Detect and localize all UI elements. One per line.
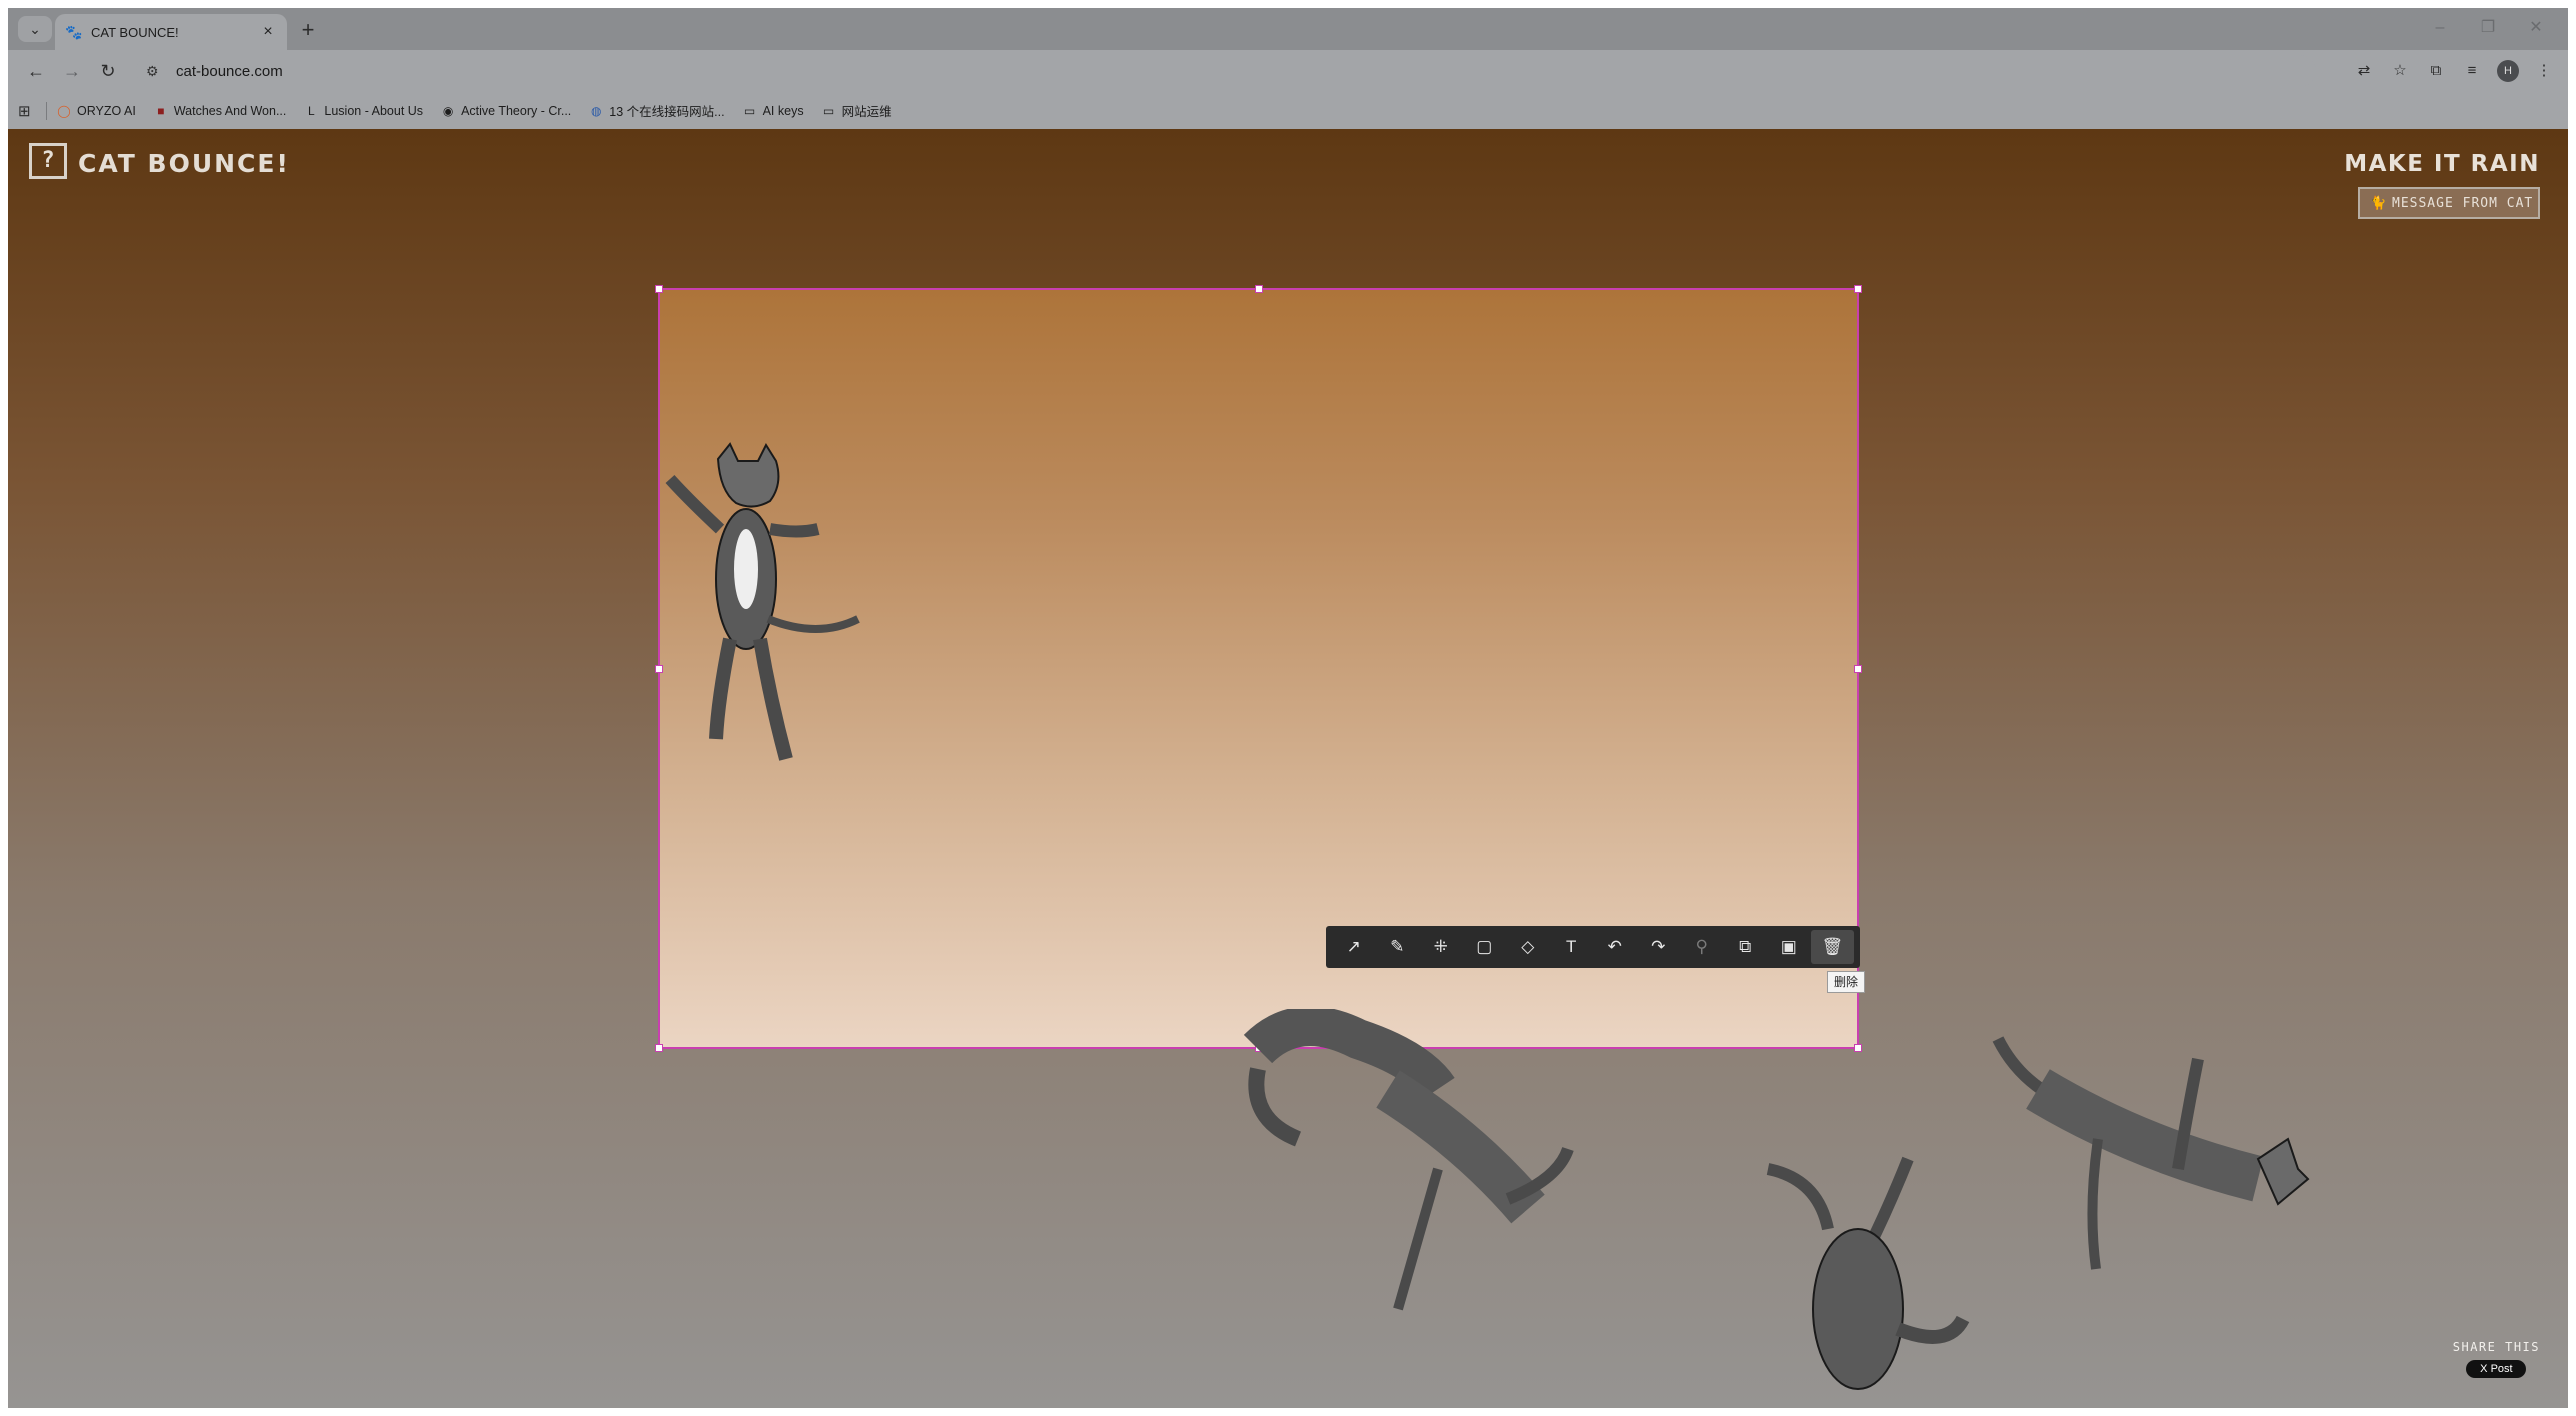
extensions-icon[interactable]: ⧉	[2422, 57, 2450, 85]
bookmark-item[interactable]: ◯ ORYZO AI	[57, 104, 136, 118]
bookmark-item[interactable]: ▭ AI keys	[743, 104, 804, 118]
share-label: SHARE THIS	[2452, 1340, 2540, 1354]
back-icon[interactable]: ←	[22, 57, 50, 85]
rectangle-icon[interactable]: ▢	[1463, 930, 1507, 964]
window-left-edge	[0, 0, 8, 1416]
resize-handle[interactable]	[655, 285, 663, 293]
close-window-icon[interactable]: ✕	[2512, 14, 2560, 42]
bookmark-item[interactable]: ■ Watches And Won...	[154, 103, 287, 118]
redo-icon[interactable]: ↷	[1637, 930, 1681, 964]
close-icon[interactable]: ×	[259, 23, 277, 41]
bouncing-cat[interactable]	[658, 439, 868, 789]
folder-icon: ▭	[743, 103, 756, 118]
copy-icon[interactable]: ⧉	[1724, 930, 1768, 964]
undo-icon[interactable]: ↶	[1593, 930, 1637, 964]
bookmark-favicon: L	[308, 103, 315, 118]
minimize-icon[interactable]: –	[2416, 14, 2464, 42]
url-text: cat-bounce.com	[176, 62, 283, 80]
browser-toolbar: ← → ↻ ⚙ cat-bounce.com ⇄ ☆ ⧉ ≡ H ⋮	[8, 50, 2568, 92]
profile-avatar[interactable]: H	[2497, 60, 2519, 82]
site-info-icon[interactable]: ⚙	[146, 63, 166, 80]
address-bar[interactable]: ⚙ cat-bounce.com	[136, 55, 2316, 87]
reload-icon[interactable]: ↻	[94, 57, 122, 85]
arrow-icon[interactable]: ↗	[1332, 930, 1376, 964]
media-icon[interactable]: ≡	[2458, 57, 2486, 85]
resize-handle[interactable]	[1854, 665, 1862, 673]
forward-icon[interactable]: →	[58, 57, 86, 85]
bookmarks-bar: ⊞ ◯ ORYZO AI ■ Watches And Won... L Lusion …	[8, 92, 2568, 129]
bookmark-label: Watches And Won...	[173, 103, 287, 118]
make-it-rain-button[interactable]: MAKE IT RAIN	[2344, 151, 2540, 177]
pin-icon[interactable]: ⚲	[1680, 930, 1724, 964]
resize-handle[interactable]	[1854, 1044, 1862, 1052]
chevron-down-icon: ⌄	[29, 20, 41, 37]
screenshot-toolbar: ↗ ✎ ⁜ ▢ ◇ T ↶ ↷ ⚲ ⧉ ▣ 🗑	[1326, 926, 1860, 968]
menu-icon[interactable]: ⋮	[2530, 57, 2558, 85]
page-content: ? CAT BOUNCE! MAKE IT RAIN 🐈 MESSAGE FRO…	[8, 129, 2568, 1408]
help-button[interactable]: ?	[29, 143, 67, 179]
bouncing-cat[interactable]	[1238, 1009, 1578, 1339]
cat-thumbnail-icon: 🐈	[2370, 195, 2387, 210]
text-icon[interactable]: T	[1550, 930, 1594, 964]
save-icon[interactable]: ▣	[1767, 930, 1811, 964]
bookmark-item[interactable]: ◉ Active Theory - Cr...	[441, 104, 571, 118]
message-from-cat-button[interactable]: 🐈 MESSAGE FROM CAT	[2358, 187, 2540, 219]
bookmark-favicon: ◉	[442, 103, 454, 118]
eraser-icon[interactable]: ◇	[1506, 930, 1550, 964]
bookmark-item[interactable]: ▭ 网站运维	[822, 101, 892, 120]
x-post-button[interactable]: X Post	[2466, 1360, 2527, 1378]
bookmark-star-icon[interactable]: ☆	[2386, 57, 2414, 85]
translate-icon[interactable]: ⇄	[2350, 57, 2378, 85]
tab-title: CAT BOUNCE!	[91, 24, 179, 40]
bouncing-cat[interactable]	[1758, 1149, 1978, 1408]
delete-icon[interactable]: 🗑	[1810, 930, 1854, 964]
bookmark-favicon: ■	[157, 103, 165, 118]
bouncing-cat[interactable]	[1978, 1019, 2318, 1299]
bookmark-label: AI keys	[762, 103, 804, 118]
restore-icon[interactable]: ❐	[2464, 14, 2512, 42]
window-top-edge	[0, 0, 2576, 8]
tab-strip: ⌄ 🐾 CAT BOUNCE! × + – ❐ ✕	[8, 8, 2568, 50]
bookmark-label: Lusion - About Us	[324, 103, 424, 118]
apps-grid-icon[interactable]: ⊞	[18, 102, 40, 120]
resize-handle[interactable]	[655, 1044, 663, 1052]
window-right-edge	[2568, 0, 2576, 1416]
new-tab-button[interactable]: +	[296, 19, 320, 43]
bookmark-item[interactable]: ◍ 13 个在线接码网站...	[589, 101, 725, 120]
window-bottom-edge	[0, 1408, 2576, 1416]
mosaic-icon[interactable]: ⁜	[1419, 930, 1463, 964]
bookmark-label: 13 个在线接码网站...	[609, 105, 725, 119]
cat-paw-icon: 🐾	[65, 24, 83, 40]
bookmark-label: 网站运维	[841, 105, 892, 119]
folder-icon: ▭	[822, 103, 835, 118]
bookmark-label: ORYZO AI	[77, 103, 136, 118]
tab-search-button[interactable]: ⌄	[18, 16, 52, 42]
circle-icon: ◯	[57, 103, 71, 118]
message-button-label: MESSAGE FROM CAT	[2392, 195, 2534, 211]
delete-tooltip: 删除	[1827, 971, 1866, 993]
resize-handle[interactable]	[1854, 285, 1862, 293]
window-controls: – ❐ ✕	[2416, 14, 2560, 42]
toolbar-actions: ⇄ ☆ ⧉ ≡ H ⋮	[2350, 57, 2558, 85]
bookmarks-divider	[46, 101, 47, 120]
browser-chrome: ⌄ 🐾 CAT BOUNCE! × + – ❐ ✕ ← → ↻ ⚙ cat-bo…	[8, 8, 2568, 129]
bookmark-label: Active Theory - Cr...	[461, 103, 572, 118]
bookmark-item[interactable]: L Lusion - About Us	[304, 104, 423, 118]
tab-active[interactable]: 🐾 CAT BOUNCE! ×	[55, 14, 287, 50]
pen-icon[interactable]: ✎	[1376, 930, 1420, 964]
bookmark-favicon: ◍	[591, 103, 602, 118]
site-logo: CAT BOUNCE!	[78, 149, 290, 178]
resize-handle[interactable]	[1255, 285, 1263, 293]
share-block: SHARE THIS X Post	[2453, 1340, 2540, 1378]
